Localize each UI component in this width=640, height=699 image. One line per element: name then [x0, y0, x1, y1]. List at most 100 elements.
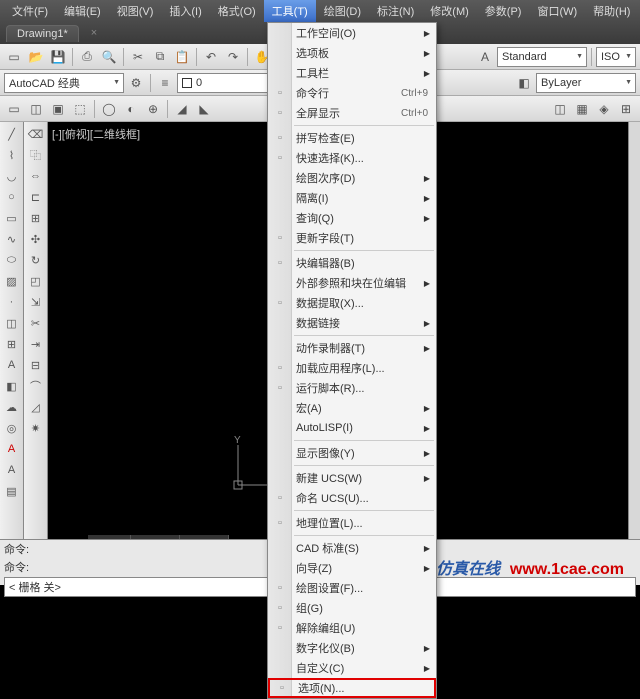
menu-item[interactable]: 快速选择(K)...▫: [268, 148, 436, 168]
tb3-icon[interactable]: ◫: [26, 99, 46, 119]
menu-item[interactable]: 工作空间(O)▶: [268, 23, 436, 43]
rotate-icon[interactable]: ↻: [25, 250, 46, 270]
tb3-icon[interactable]: ◣: [194, 99, 214, 119]
main-menubar[interactable]: 文件(F)编辑(E)视图(V)插入(I)格式(O)工具(T)绘图(D)标注(N)…: [0, 0, 640, 22]
menu-item[interactable]: 命名 UCS(U)...▫: [268, 488, 436, 508]
menu-item[interactable]: 全屏显示▫Ctrl+0: [268, 103, 436, 123]
explode-icon[interactable]: ✷: [25, 418, 46, 438]
scale-icon[interactable]: ◰: [25, 271, 46, 291]
circle-icon[interactable]: ○: [1, 187, 22, 207]
chamfer-icon[interactable]: ◿: [25, 397, 46, 417]
menu-item[interactable]: 帮助(H): [585, 0, 638, 22]
menu-item[interactable]: CAD 标准(S)▶: [268, 538, 436, 558]
stretch-icon[interactable]: ⇲: [25, 292, 46, 312]
menu-item[interactable]: AutoLISP(I)▶: [268, 418, 436, 438]
menu-item[interactable]: 绘图次序(D)▶: [268, 168, 436, 188]
menu-item[interactable]: 拼写检查(E)▫: [268, 128, 436, 148]
save-icon[interactable]: 💾: [48, 47, 68, 67]
menu-item[interactable]: 格式(O): [210, 0, 264, 22]
menu-item[interactable]: 标注(N): [369, 0, 422, 22]
point-icon[interactable]: ·: [1, 292, 22, 312]
menu-item[interactable]: 新建 UCS(W)▶: [268, 468, 436, 488]
menu-item[interactable]: 绘图设置(F)...▫: [268, 578, 436, 598]
tb3-icon[interactable]: ▦: [572, 99, 592, 119]
menu-item[interactable]: 组(G)▫: [268, 598, 436, 618]
text-a2-icon[interactable]: A: [1, 460, 22, 480]
menu-item[interactable]: 加载应用程序(L)...▫: [268, 358, 436, 378]
array-icon[interactable]: ⊞: [25, 208, 46, 228]
donut-icon[interactable]: ◎: [1, 418, 22, 438]
workspace-combo[interactable]: AutoCAD 经典: [4, 73, 124, 93]
bylayer-combo[interactable]: ByLayer: [536, 73, 636, 93]
menu-item[interactable]: 数据链接▶: [268, 313, 436, 333]
menu-item[interactable]: 绘图(D): [316, 0, 369, 22]
menu-item[interactable]: 视图(V): [109, 0, 162, 22]
menu-item[interactable]: 窗口(W): [529, 0, 585, 22]
tb3-icon[interactable]: ◈: [594, 99, 614, 119]
move-icon[interactable]: ✣: [25, 229, 46, 249]
tb3-icon[interactable]: ◢: [172, 99, 192, 119]
new-icon[interactable]: ▭: [4, 47, 24, 67]
break-icon[interactable]: ⊟: [25, 355, 46, 375]
open-icon[interactable]: 📂: [26, 47, 46, 67]
menu-item[interactable]: 显示图像(Y)▶: [268, 443, 436, 463]
menu-item[interactable]: 修改(M): [422, 0, 477, 22]
spline-icon[interactable]: ∿: [1, 229, 22, 249]
iso-combo[interactable]: ISO: [596, 47, 636, 67]
revcloud-icon[interactable]: ☁: [1, 397, 22, 417]
fillet-icon[interactable]: ⌒: [25, 376, 46, 396]
menu-item[interactable]: 编辑(E): [56, 0, 109, 22]
tb3-icon[interactable]: ⊕: [143, 99, 163, 119]
trim-icon[interactable]: ✂: [25, 313, 46, 333]
preview-icon[interactable]: 🔍: [99, 47, 119, 67]
paste-icon[interactable]: 📋: [172, 47, 192, 67]
tb3-icon[interactable]: ◯: [99, 99, 119, 119]
redo-icon[interactable]: ↷: [223, 47, 243, 67]
menu-item[interactable]: 文件(F): [4, 0, 56, 22]
menu-item[interactable]: 选项(N)...▫: [268, 678, 436, 698]
menu-item[interactable]: 向导(Z)▶: [268, 558, 436, 578]
document-tab[interactable]: Drawing1*: [6, 25, 79, 42]
offset-icon[interactable]: ⊏: [25, 187, 46, 207]
menu-item[interactable]: 地理位置(L)...▫: [268, 513, 436, 533]
menu-item[interactable]: 工具栏▶: [268, 63, 436, 83]
region-icon[interactable]: ◧: [1, 376, 22, 396]
print-icon[interactable]: ⎙: [77, 47, 97, 67]
mtext-icon[interactable]: A: [1, 355, 22, 375]
menu-item[interactable]: 命令行▫Ctrl+9: [268, 83, 436, 103]
ellipse-icon[interactable]: ⬭: [1, 250, 22, 270]
menu-item[interactable]: 块编辑器(B)▫: [268, 253, 436, 273]
menu-item[interactable]: 宏(A)▶: [268, 398, 436, 418]
text-style-combo[interactable]: Standard: [497, 47, 587, 67]
mirror-icon[interactable]: ⇔: [25, 166, 46, 186]
gradient-icon[interactable]: ▤: [1, 481, 22, 501]
line-icon[interactable]: ╱: [1, 124, 22, 144]
hatch-icon[interactable]: ▨: [1, 271, 22, 291]
tb3-icon[interactable]: ⬚: [70, 99, 90, 119]
tools-dropdown-menu[interactable]: 工作空间(O)▶选项板▶工具栏▶命令行▫Ctrl+9全屏显示▫Ctrl+0拼写检…: [267, 22, 437, 699]
color-picker-icon[interactable]: ◧: [514, 73, 534, 93]
menu-item[interactable]: 运行脚本(R)...▫: [268, 378, 436, 398]
menu-item[interactable]: 参数(P): [477, 0, 530, 22]
copy2-icon[interactable]: ⿻: [25, 145, 46, 165]
undo-icon[interactable]: ↶: [201, 47, 221, 67]
rect-icon[interactable]: ▭: [1, 208, 22, 228]
tb3-icon[interactable]: ⊞: [616, 99, 636, 119]
tb3-icon[interactable]: ▭: [4, 99, 24, 119]
menu-item[interactable]: 更新字段(T)▫: [268, 228, 436, 248]
menu-item[interactable]: 查询(Q)▶: [268, 208, 436, 228]
menu-item[interactable]: 外部参照和块在位编辑▶: [268, 273, 436, 293]
cut-icon[interactable]: ✂: [128, 47, 148, 67]
block-icon[interactable]: ◫: [1, 313, 22, 333]
tb3-icon[interactable]: ◫: [550, 99, 570, 119]
menu-item[interactable]: 数字化仪(B)▶: [268, 638, 436, 658]
menu-item[interactable]: 数据提取(X)...▫: [268, 293, 436, 313]
copy-icon[interactable]: ⧉: [150, 47, 170, 67]
erase-icon[interactable]: ⌫: [25, 124, 46, 144]
text-a-icon[interactable]: A: [1, 439, 22, 459]
tb3-icon[interactable]: ▣: [48, 99, 68, 119]
menu-item[interactable]: 解除编组(U)▫: [268, 618, 436, 638]
menu-item[interactable]: 隔离(I)▶: [268, 188, 436, 208]
workspace-gear-icon[interactable]: ⚙: [126, 73, 146, 93]
polyline-icon[interactable]: ⌇: [1, 145, 22, 165]
